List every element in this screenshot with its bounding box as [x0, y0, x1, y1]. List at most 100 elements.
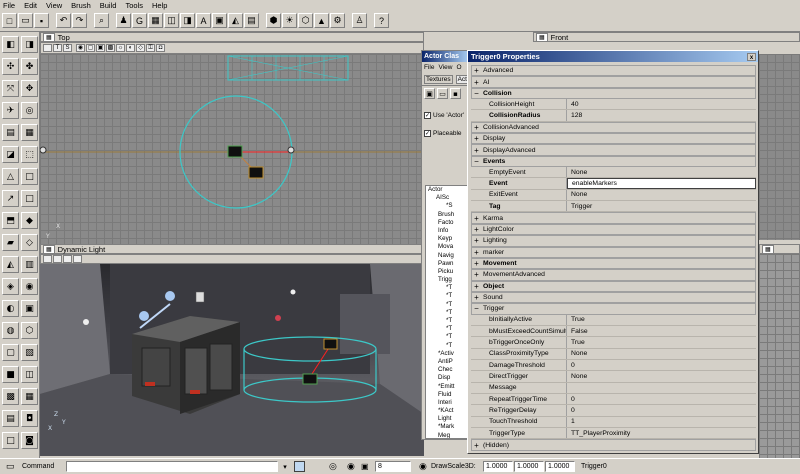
texture-browser-icon[interactable]: ▦: [148, 13, 163, 28]
property-value[interactable]: None: [567, 190, 756, 200]
property-row[interactable]: bTriggerOnceOnly True: [471, 337, 756, 349]
subtract-brush-icon[interactable]: ⬡: [21, 322, 38, 339]
build-all-icon[interactable]: ▲: [314, 13, 329, 28]
property-category[interactable]: + CollisionAdvanced: [471, 121, 756, 134]
play-map-icon[interactable]: ♙: [352, 13, 367, 28]
actor-menu-o[interactable]: O: [456, 64, 461, 71]
actor-browser-title[interactable]: Actor Clas: [422, 51, 468, 62]
viewport-menu-icon[interactable]: ▦: [762, 244, 774, 254]
property-category[interactable]: + marker: [471, 246, 756, 258]
tree-item[interactable]: Info: [426, 227, 468, 235]
property-category[interactable]: + Lighting: [471, 235, 756, 247]
placeable-checkbox-row[interactable]: ✓ Placeable: [422, 126, 468, 140]
tree-item[interactable]: Disp: [426, 374, 468, 382]
rotate-icon[interactable]: ✤: [21, 58, 38, 75]
wireframe-icon[interactable]: ▢: [86, 44, 95, 52]
zone-icon[interactable]: ◘: [21, 410, 38, 427]
collapse-icon[interactable]: −: [472, 304, 481, 313]
terrain-icon[interactable]: ✈: [2, 102, 19, 119]
placeable-checkbox[interactable]: ✓: [424, 129, 431, 137]
move-icon[interactable]: ✣: [2, 58, 19, 75]
tree-item[interactable]: Picku: [426, 268, 468, 276]
tree-item[interactable]: Trigg: [426, 276, 468, 284]
menu-item[interactable]: Build: [100, 1, 117, 10]
tree-item[interactable]: *T: [426, 292, 468, 300]
vertex-edit-icon[interactable]: ◨: [21, 36, 38, 53]
hide-icon[interactable]: ▦: [21, 388, 38, 405]
property-value[interactable]: 40: [567, 99, 756, 109]
texture-view-icon[interactable]: ▩: [106, 44, 115, 52]
menu-item[interactable]: Edit: [24, 1, 37, 10]
color-swatch[interactable]: [294, 461, 305, 472]
property-row[interactable]: ReTriggerDelay 0: [471, 405, 756, 417]
intersect-icon[interactable]: ▢: [2, 344, 19, 361]
property-category[interactable]: + LightColor: [471, 223, 756, 236]
property-category[interactable]: + DisplayAdvanced: [471, 144, 756, 156]
build-paths-icon[interactable]: ⬡: [298, 13, 313, 28]
property-row[interactable]: DamageThreshold 0: [471, 359, 756, 372]
select-icon[interactable]: ▩: [2, 388, 19, 405]
curved-stairs-icon[interactable]: ◭: [2, 256, 19, 273]
deintersect-icon[interactable]: ▧: [21, 344, 38, 361]
save-map-icon[interactable]: ▪: [34, 13, 49, 28]
expand-icon[interactable]: +: [472, 236, 481, 245]
actor-menu-view[interactable]: View: [438, 64, 452, 71]
tree-item[interactable]: Brush: [426, 211, 468, 219]
snap-icon[interactable]: ◉: [347, 461, 359, 472]
command-dropdown-icon[interactable]: ▾: [280, 463, 290, 471]
grid-size-select[interactable]: 8: [375, 461, 411, 472]
viewport-top-canvas[interactable]: X Y: [40, 54, 424, 244]
expand-icon[interactable]: +: [472, 225, 481, 234]
tree-item[interactable]: Meg: [426, 432, 468, 438]
expand-icon[interactable]: +: [472, 134, 481, 143]
undo-icon[interactable]: ↶: [56, 13, 71, 28]
brush-icon[interactable]: ▦: [21, 124, 38, 141]
tree-item[interactable]: *T: [426, 317, 468, 325]
view-mode-icon[interactable]: [53, 255, 62, 263]
camera-move-icon[interactable]: ◧: [2, 36, 19, 53]
triangle-icon[interactable]: △: [2, 168, 19, 185]
tree-item[interactable]: Light: [426, 415, 468, 423]
camera-view-icon[interactable]: ◘: [156, 44, 165, 52]
tree-item[interactable]: Keyp: [426, 235, 468, 243]
property-row[interactable]: CollisionHeight 40: [471, 99, 756, 111]
lock-view-icon[interactable]: ⚿: [146, 44, 155, 52]
tetra-icon[interactable]: ◉: [21, 278, 38, 295]
open-folder-icon[interactable]: ▭: [437, 88, 448, 99]
property-row[interactable]: bMustExceedCountSimultan...False: [471, 325, 756, 338]
property-value[interactable]: 0: [567, 394, 756, 404]
torus-icon[interactable]: ◐: [2, 300, 19, 317]
antiportal-icon[interactable]: ◫: [21, 366, 38, 383]
property-value[interactable]: 1: [567, 417, 756, 427]
property-category[interactable]: − Trigger: [471, 303, 756, 315]
prefab-browser-icon[interactable]: ◨: [180, 13, 195, 28]
mover-icon[interactable]: ■: [2, 366, 19, 383]
viewport-side-titlebar[interactable]: ▦: [759, 244, 800, 254]
use-actor-checkbox-row[interactable]: ✓ Use 'Actor': [422, 108, 468, 122]
tree-item[interactable]: *T: [426, 325, 468, 333]
tree-item[interactable]: Mova: [426, 243, 468, 251]
property-value[interactable]: 128: [567, 110, 756, 120]
actor-menu-file[interactable]: File: [424, 64, 434, 71]
toggle-grid-icon[interactable]: ◎: [329, 461, 341, 472]
tree-item[interactable]: *S: [426, 202, 468, 210]
tree-item[interactable]: AISc: [426, 194, 468, 202]
use-actor-checkbox[interactable]: ✓: [424, 111, 431, 119]
property-category[interactable]: + MovementAdvanced: [471, 269, 756, 281]
tree-item[interactable]: *T: [426, 309, 468, 317]
property-row[interactable]: TriggerType TT_PlayerProximity: [471, 428, 756, 440]
viewport-dynamic-canvas[interactable]: Z Y X: [40, 264, 424, 456]
tree-item[interactable]: *T: [426, 333, 468, 341]
tree-item[interactable]: Actor: [426, 186, 468, 194]
property-row[interactable]: bInitiallyActive True: [471, 314, 756, 326]
brush-clip-icon[interactable]: ✥: [21, 80, 38, 97]
menu-item[interactable]: View: [46, 1, 62, 10]
tree-item[interactable]: *T: [426, 342, 468, 350]
sphere-icon[interactable]: ◈: [2, 278, 19, 295]
menu-item[interactable]: Brush: [71, 1, 91, 10]
tree-item[interactable]: *Activ: [426, 350, 468, 358]
viewport-mode-button[interactable]: [43, 44, 52, 52]
tree-item[interactable]: AntiP: [426, 358, 468, 366]
tree-item[interactable]: *KAct: [426, 407, 468, 415]
viewport-menu-icon[interactable]: ▦: [536, 32, 548, 42]
